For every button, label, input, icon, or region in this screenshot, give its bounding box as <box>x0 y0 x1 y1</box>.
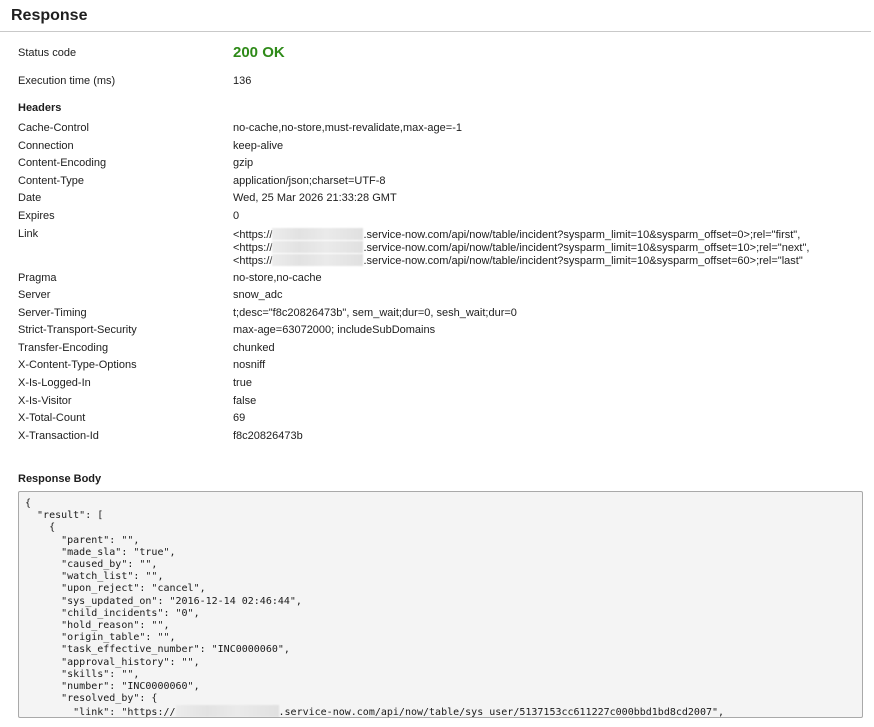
header-value: application/json;charset=UTF-8 <box>233 175 386 187</box>
json-line: "skills": "", <box>25 668 140 680</box>
link-prefix: <https:// <box>233 242 273 254</box>
redacted-host <box>175 705 279 717</box>
link-line: <https:// .service-now.com/api/now/table/… <box>233 241 809 254</box>
header-value: Wed, 25 Mar 2026 21:33:28 GMT <box>233 192 397 204</box>
json-link-suffix: .service-now.com/api/now/table/sys_user/… <box>278 707 725 718</box>
link-suffix: .service-now.com/api/now/table/incident?… <box>363 255 803 267</box>
header-name: Content-Encoding <box>18 157 107 169</box>
header-name: X-Content-Type-Options <box>18 359 137 371</box>
json-line: { <box>25 522 56 534</box>
json-line-link: "link": "https:// .service-now.com/api/no… <box>25 705 725 718</box>
execution-time-label: Execution time (ms) <box>18 75 116 87</box>
header-value-link: <https:// .service-now.com/api/now/table/… <box>233 228 809 267</box>
header-value: true <box>233 377 252 389</box>
json-line: "parent": "", <box>25 534 140 546</box>
header-name: X-Transaction-Id <box>18 430 99 442</box>
header-name: Content-Type <box>18 175 85 187</box>
json-line: "upon_reject": "cancel", <box>25 583 206 595</box>
json-line: { <box>25 498 32 509</box>
link-line: <https:// .service-now.com/api/now/table/… <box>233 228 809 241</box>
json-line: "caused_by": "", <box>25 559 158 571</box>
header-value: t;desc="f8c20826473b", sem_wait;dur=0, s… <box>233 307 517 319</box>
header-name: Server <box>18 289 51 301</box>
link-prefix: <https:// <box>233 229 273 241</box>
json-link-prefix: "link": "https:// <box>25 707 176 718</box>
json-line: "approval_history": "", <box>25 656 200 668</box>
header-value: nosniff <box>233 359 266 371</box>
header-name: Pragma <box>18 272 57 284</box>
json-line: "origin_table": "", <box>25 632 176 644</box>
status-code-value: 200 OK <box>233 44 285 61</box>
response-body-heading: Response Body <box>18 473 102 485</box>
header-name: Connection <box>18 140 74 152</box>
header-name: Cache-Control <box>18 122 89 134</box>
json-line: "result": [ <box>25 510 104 522</box>
execution-time-value: 136 <box>233 75 252 87</box>
json-line: "watch_list": "", <box>25 571 164 583</box>
redacted-host <box>272 241 364 253</box>
header-value: gzip <box>233 157 254 169</box>
json-line: "task_effective_number": "INC0000060", <box>25 644 290 656</box>
link-suffix: .service-now.com/api/now/table/incident?… <box>363 229 801 241</box>
json-line: "made_sla": "true", <box>25 546 176 558</box>
header-value: 69 <box>233 412 246 424</box>
link-suffix: .service-now.com/api/now/table/incident?… <box>363 242 810 254</box>
header-name: Strict-Transport-Security <box>18 324 137 336</box>
json-line: "number": "INC0000060", <box>25 681 200 693</box>
header-name: X-Total-Count <box>18 412 86 424</box>
response-body-content[interactable]: { "result": [ { "parent": "", "made_sla"… <box>19 492 862 718</box>
json-line: "child_incidents": "0", <box>25 607 200 619</box>
header-value: false <box>233 395 257 407</box>
header-value: chunked <box>233 342 275 354</box>
json-line: "resolved_by": { <box>25 693 158 705</box>
header-value: 0 <box>233 210 240 222</box>
link-line: <https:// .service-now.com/api/now/table/… <box>233 254 809 267</box>
header-value: no-store,no-cache <box>233 272 322 284</box>
header-name: Expires <box>18 210 55 222</box>
header-value: keep-alive <box>233 140 284 152</box>
redacted-host <box>272 228 364 240</box>
header-name: X-Is-Visitor <box>18 395 72 407</box>
header-value: no-cache,no-store,must-revalidate,max-ag… <box>233 122 462 134</box>
header-name: Transfer-Encoding <box>18 342 109 354</box>
redacted-host <box>272 254 364 266</box>
page-title: Response <box>11 7 88 24</box>
header-name: X-Is-Logged-In <box>18 377 91 389</box>
header-value: snow_adc <box>233 289 283 301</box>
headers-heading: Headers <box>18 102 62 114</box>
link-prefix: <https:// <box>233 255 273 267</box>
header-value: f8c20826473b <box>233 430 303 442</box>
json-line: "hold_reason": "", <box>25 620 170 632</box>
header-value: max-age=63072000; includeSubDomains <box>233 324 436 336</box>
json-line: "sys_updated_on": "2016-12-14 02:46:44", <box>25 595 302 607</box>
title-divider <box>0 31 871 32</box>
header-name: Date <box>18 192 42 204</box>
response-body-textarea[interactable]: { "result": [ { "parent": "", "made_sla"… <box>18 491 863 718</box>
status-code-label: Status code <box>18 47 77 59</box>
header-name: Link <box>18 228 39 240</box>
header-name: Server-Timing <box>18 307 87 319</box>
